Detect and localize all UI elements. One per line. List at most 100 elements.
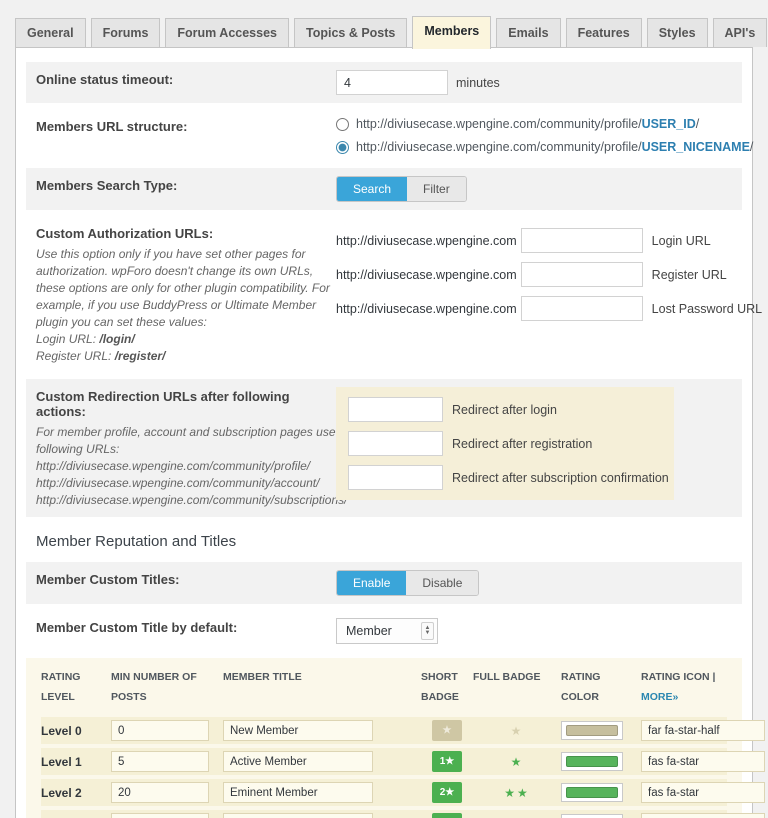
reputation-table-header: RATINGLEVEL MIN NUMBER OFPOSTS MEMBER TI… <box>41 668 727 708</box>
url-structure-option-user-id[interactable]: http://diviusecase.wpengine.com/communit… <box>336 117 753 131</box>
redirect-after-registration-input[interactable] <box>348 431 443 456</box>
rating-color-cell <box>561 721 641 740</box>
rating-color-picker[interactable] <box>561 752 623 771</box>
tab-topics-posts[interactable]: Topics & Posts <box>294 18 407 47</box>
redirect-after-login-input[interactable] <box>348 397 443 422</box>
default-title-value: Member <box>346 624 392 638</box>
lost-password-url-input[interactable] <box>521 296 643 321</box>
register-url-prefix: http://diviusecase.wpengine.com <box>336 268 517 282</box>
members-settings-panel: Online status timeout: minutes Members U… <box>15 47 753 818</box>
online-timeout-input[interactable] <box>336 70 448 95</box>
min-posts-input[interactable] <box>111 751 209 772</box>
redirect-after-login-label: Redirect after login <box>452 403 557 417</box>
rating-color-swatch <box>566 725 618 736</box>
tab-members[interactable]: Members <box>412 16 491 49</box>
min-posts-cell <box>111 813 223 818</box>
short-badge: 1★ <box>432 751 462 772</box>
rating-level-label: Level 2 <box>41 786 111 800</box>
redirect-urls-label: Custom Redirection URLs after following … <box>36 389 290 419</box>
more-link[interactable]: MORE» <box>641 691 678 703</box>
rating-icon-input[interactable] <box>641 782 765 803</box>
short-badge-cell: 3★ <box>421 813 473 818</box>
rating-level-label: Level 1 <box>41 755 111 769</box>
rating-color-cell <box>561 783 641 802</box>
reputation-table: RATINGLEVEL MIN NUMBER OFPOSTS MEMBER TI… <box>26 658 742 818</box>
redirect-after-subscription-field: Redirect after subscription confirmation <box>348 465 662 490</box>
rating-color-cell <box>561 752 641 771</box>
login-url-input[interactable] <box>521 228 643 253</box>
reputation-table-rows: Level 0★★ Level 1 1★ ★ Level 2 2★ ★★ Level 33★★… <box>41 717 727 818</box>
member-title-input[interactable] <box>223 782 373 803</box>
reputation-section-heading: Member Reputation and Titles <box>26 523 742 562</box>
redirect-after-subscription-label: Redirect after subscription confirmation <box>452 471 669 485</box>
short-badge-cell: 2★ <box>421 782 473 803</box>
lost-password-url-prefix: http://diviusecase.wpengine.com <box>336 302 517 316</box>
rating-color-picker[interactable] <box>561 721 623 740</box>
register-url-input[interactable] <box>521 262 643 287</box>
rating-color-picker[interactable] <box>561 783 623 802</box>
full-badge-stars: ★★ <box>473 786 561 800</box>
header-rating-icon: RATING ICON | MORE» <box>641 668 727 708</box>
member-title-input[interactable] <box>223 720 373 741</box>
redirect-after-registration-field: Redirect after registration <box>348 431 662 456</box>
member-title-cell <box>223 751 421 772</box>
search-type-search-button[interactable]: Search <box>337 177 407 201</box>
row-members-url-structure: Members URL structure: http://diviusecas… <box>26 109 742 162</box>
default-title-select[interactable]: Member ▲▼ <box>336 618 438 644</box>
header-short-badge: SHORTBADGE <box>421 668 473 708</box>
header-member-title: MEMBER TITLE <box>223 668 421 688</box>
row-custom-redirection-urls: Custom Redirection URLs after following … <box>26 379 742 517</box>
min-posts-input[interactable] <box>111 782 209 803</box>
rating-color-swatch <box>566 787 618 798</box>
user-nicename-url-text: http://diviusecase.wpengine.com/communit… <box>356 140 753 154</box>
online-timeout-label: Online status timeout: <box>36 72 173 87</box>
min-posts-input[interactable] <box>111 813 209 818</box>
rating-color-picker[interactable] <box>561 814 623 818</box>
online-timeout-suffix: minutes <box>456 76 500 90</box>
search-type-toggle: Search Filter <box>336 176 467 202</box>
reputation-row-level-3: Level 33★★★★ <box>41 810 727 818</box>
header-full-badge: FULL BADGE <box>473 668 561 688</box>
search-type-label: Members Search Type: <box>36 178 177 193</box>
rating-icon-input[interactable] <box>641 751 765 772</box>
custom-titles-enable-button[interactable]: Enable <box>337 571 406 595</box>
user-id-radio[interactable] <box>336 118 349 131</box>
redirect-after-subscription-input[interactable] <box>348 465 443 490</box>
url-structure-label: Members URL structure: <box>36 119 187 134</box>
short-badge: 2★ <box>432 782 462 803</box>
tab-forums[interactable]: Forums <box>91 18 161 47</box>
tab-styles[interactable]: Styles <box>647 18 708 47</box>
member-title-input[interactable] <box>223 751 373 772</box>
reputation-row-level-0: Level 0★★ <box>41 717 727 744</box>
full-badge-stars: ★ <box>473 724 561 738</box>
reputation-row-level-1: Level 1 1★ ★ <box>41 748 727 775</box>
custom-titles-disable-button[interactable]: Disable <box>406 571 478 595</box>
lost-password-url-field: http://diviusecase.wpengine.com Lost Pas… <box>336 296 762 321</box>
rating-icon-input[interactable] <box>641 813 765 818</box>
rating-icon-cell <box>641 720 765 741</box>
tab-general[interactable]: General <box>15 18 86 47</box>
rating-icon-input[interactable] <box>641 720 765 741</box>
full-badge-cell: ★ <box>473 755 561 769</box>
row-custom-authorization-urls: Custom Authorization URLs: Use this opti… <box>26 216 742 373</box>
register-url-label: Register URL <box>652 268 727 282</box>
reputation-row-level-2: Level 2 2★ ★★ <box>41 779 727 806</box>
auth-urls-label: Custom Authorization URLs: <box>36 226 213 241</box>
user-id-url-text: http://diviusecase.wpengine.com/communit… <box>356 117 699 131</box>
tab-emails[interactable]: Emails <box>496 18 560 47</box>
tab-apis[interactable]: API's <box>713 18 768 47</box>
row-members-search-type: Members Search Type: Search Filter <box>26 168 742 210</box>
default-title-label: Member Custom Title by default: <box>36 620 237 635</box>
full-badge-stars: ★ <box>473 755 561 769</box>
min-posts-cell <box>111 751 223 772</box>
login-url-prefix: http://diviusecase.wpengine.com <box>336 234 517 248</box>
search-type-filter-button[interactable]: Filter <box>407 177 466 201</box>
user-nicename-radio[interactable] <box>336 141 349 154</box>
url-structure-option-user-nicename[interactable]: http://diviusecase.wpengine.com/communit… <box>336 140 753 154</box>
min-posts-input[interactable] <box>111 720 209 741</box>
header-rating-color: RATINGCOLOR <box>561 668 641 708</box>
tab-forum-accesses[interactable]: Forum Accesses <box>165 18 289 47</box>
select-stepper-icon: ▲▼ <box>421 622 434 640</box>
member-title-input[interactable] <box>223 813 373 818</box>
tab-features[interactable]: Features <box>566 18 642 47</box>
